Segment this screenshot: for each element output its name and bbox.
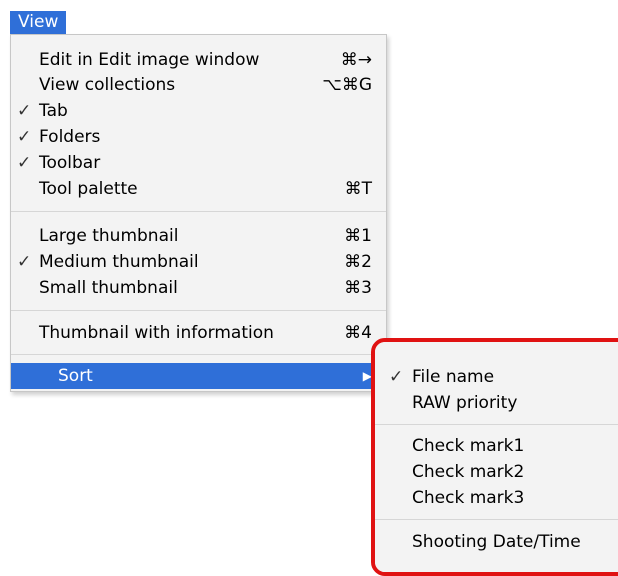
- menu-item-label: Edit in Edit image window: [39, 50, 260, 70]
- menu-item-toolbar[interactable]: ✓ Toolbar: [11, 150, 386, 176]
- menu-item-edit-in-edit-image-window[interactable]: Edit in Edit image window ⌘→: [11, 47, 386, 73]
- menu-item-small-thumbnail[interactable]: Small thumbnail ⌘3: [11, 275, 386, 301]
- submenu-item-check-mark2[interactable]: Check mark2: [375, 459, 618, 485]
- view-menu: Edit in Edit image window ⌘→ View collec…: [10, 34, 387, 392]
- checkmark-icon: ✓: [17, 101, 32, 121]
- menu-item-tab[interactable]: ✓ Tab: [11, 98, 386, 124]
- checkmark-icon: ✓: [17, 127, 32, 147]
- submenu-item-label: Check mark3: [412, 488, 525, 508]
- checkmark-icon: ✓: [17, 252, 32, 272]
- menu-item-large-thumbnail[interactable]: Large thumbnail ⌘1: [11, 223, 386, 249]
- menu-item-label: Small thumbnail: [39, 278, 178, 298]
- menu-item-label: Tool palette: [39, 179, 138, 199]
- shortcut-label: ⌘1: [344, 226, 372, 246]
- menu-separator: [11, 310, 386, 311]
- menu-item-label: Large thumbnail: [39, 226, 179, 246]
- menu-item-sort[interactable]: Sort ▶: [11, 363, 386, 389]
- shortcut-label: ⌘→: [340, 50, 372, 70]
- menu-item-medium-thumbnail[interactable]: ✓ Medium thumbnail ⌘2: [11, 249, 386, 275]
- submenu-item-shooting-date-time[interactable]: Shooting Date/Time: [375, 529, 618, 555]
- menu-item-label: Folders: [39, 127, 101, 147]
- submenu-item-label: RAW priority: [412, 393, 518, 413]
- menu-item-label: Tab: [39, 101, 68, 121]
- sort-submenu: ✓ File name RAW priority Check mark1 Che…: [375, 342, 618, 572]
- menu-separator: [375, 519, 618, 520]
- menu-item-label: Sort: [58, 366, 93, 386]
- shortcut-label: ⌘T: [344, 179, 372, 199]
- menu-item-view-collections[interactable]: View collections ⌥⌘G: [11, 72, 386, 98]
- submenu-item-label: File name: [412, 367, 495, 387]
- checkmark-icon: ✓: [17, 153, 32, 173]
- submenu-item-file-name[interactable]: ✓ File name: [375, 364, 618, 390]
- sort-submenu-callout: ✓ File name RAW priority Check mark1 Che…: [371, 338, 618, 576]
- menu-item-folders[interactable]: ✓ Folders: [11, 124, 386, 150]
- submenu-item-label: Check mark2: [412, 462, 525, 482]
- menu-title-view[interactable]: View: [10, 11, 67, 34]
- menu-item-label: Thumbnail with information: [39, 323, 274, 343]
- menu-separator: [11, 211, 386, 212]
- menu-item-tool-palette[interactable]: Tool palette ⌘T: [11, 176, 386, 202]
- submenu-item-label: Shooting Date/Time: [412, 532, 581, 552]
- shortcut-label: ⌘4: [344, 323, 372, 343]
- menu-separator: [375, 424, 618, 425]
- menu-item-label: Toolbar: [39, 153, 101, 173]
- submenu-item-check-mark3[interactable]: Check mark3: [375, 485, 618, 511]
- shortcut-label: ⌥⌘G: [322, 75, 372, 95]
- menu-item-label: View collections: [39, 75, 176, 95]
- submenu-item-raw-priority[interactable]: RAW priority: [375, 390, 618, 416]
- checkmark-icon: ✓: [389, 367, 404, 387]
- shortcut-label: ⌘3: [344, 278, 372, 298]
- submenu-item-label: Check mark1: [412, 436, 525, 456]
- menu-item-label: Medium thumbnail: [39, 252, 199, 272]
- menu-item-thumbnail-with-information[interactable]: Thumbnail with information ⌘4: [11, 320, 386, 346]
- shortcut-label: ⌘2: [344, 252, 372, 272]
- menu-separator: [11, 354, 386, 355]
- submenu-item-check-mark1[interactable]: Check mark1: [375, 433, 618, 459]
